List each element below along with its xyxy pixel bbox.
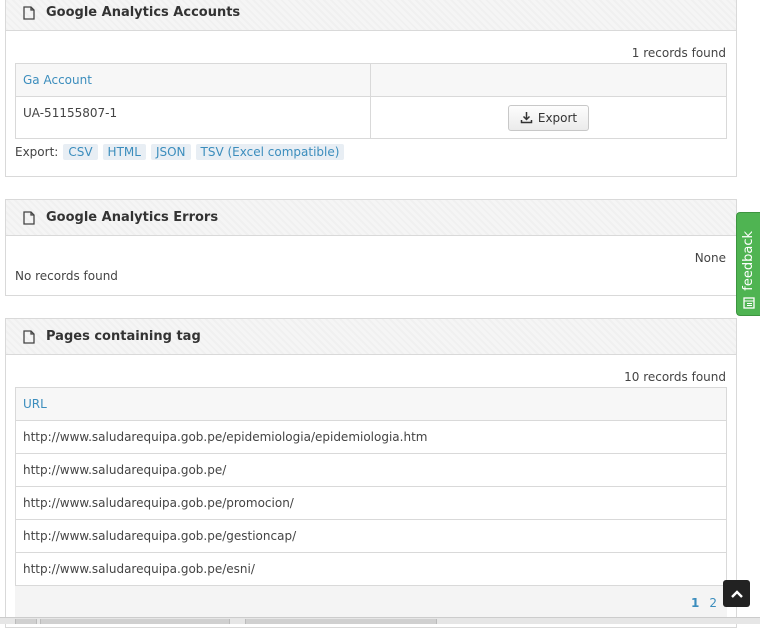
url-cell: http://www.saludarequipa.gob.pe/esni/ [15,552,727,586]
horizontal-scrollbar[interactable] [0,617,760,624]
url-cell: http://www.saludarequipa.gob.pe/epidemio… [15,420,727,454]
export-tsv-link[interactable]: TSV (Excel compatible) [195,144,345,160]
accounts-panel-header: Google Analytics Accounts [6,0,736,31]
scrollbar-segment [40,619,230,624]
table-row: http://www.saludarequipa.gob.pe/promocio… [15,486,727,520]
column-header-ga-account[interactable]: Ga Account [15,63,371,97]
table-row: http://www.saludarequipa.gob.pe/epidemio… [15,420,727,454]
errors-title: Google Analytics Errors [46,210,219,225]
feedback-icon [742,297,755,309]
document-icon [22,210,36,225]
errors-panel: Google Analytics Errors None No records … [5,199,737,296]
errors-panel-header: Google Analytics Errors [6,200,736,236]
accounts-panel: Google Analytics Accounts 1 records foun… [5,0,737,177]
export-formats: Export: CSV HTML JSON TSV (Excel compati… [15,144,345,160]
scrollbar-segment [245,619,437,624]
url-cell: http://www.saludarequipa.gob.pe/promocio… [15,486,727,520]
document-icon [22,329,36,344]
table-header-row: URL [15,387,727,421]
pagination: 1 2 [691,596,717,610]
action-cell: Export [370,96,727,139]
url-cell: http://www.saludarequipa.gob.pe/ [15,453,727,487]
column-header-url[interactable]: URL [15,387,727,421]
ga-account-cell: UA-51155807-1 [15,96,371,139]
export-csv-link[interactable]: CSV [63,144,98,160]
feedback-label: feedback [741,231,756,291]
page-link-1[interactable]: 1 [691,596,699,610]
export-json-link[interactable]: JSON [150,144,191,160]
export-label: Export: [15,145,59,159]
column-header-actions [370,63,727,97]
pages-table: URL http://www.saludarequipa.gob.pe/epid… [15,387,727,586]
table-row: http://www.saludarequipa.gob.pe/esni/ [15,552,727,586]
feedback-tab[interactable]: feedback [736,212,760,316]
errors-empty-message: No records found [15,269,118,283]
table-row: http://www.saludarequipa.gob.pe/ [15,453,727,487]
page-link-2[interactable]: 2 [709,596,717,610]
scrollbar-segment [15,619,37,624]
document-icon [22,5,36,20]
export-button-label: Export [537,110,578,125]
errors-status: None [694,251,726,265]
accounts-record-count: 1 records found [631,46,726,60]
table-row: UA-51155807-1 Export [15,96,727,139]
export-button[interactable]: Export [507,104,590,131]
scroll-to-top-button[interactable] [723,580,750,607]
download-icon [520,111,533,124]
pages-title: Pages containing tag [46,329,201,344]
url-cell: http://www.saludarequipa.gob.pe/gestionc… [15,519,727,553]
pages-record-count: 10 records found [624,370,726,384]
export-html-link[interactable]: HTML [102,144,146,160]
accounts-table: Ga Account UA-51155807-1 Export [15,63,727,139]
pages-panel-header: Pages containing tag [6,319,736,355]
table-header-row: Ga Account [15,63,727,97]
pages-panel: Pages containing tag 10 records found UR… [5,318,737,628]
accounts-title: Google Analytics Accounts [46,5,241,20]
table-row: http://www.saludarequipa.gob.pe/gestionc… [15,519,727,553]
chevron-up-icon [730,589,744,599]
